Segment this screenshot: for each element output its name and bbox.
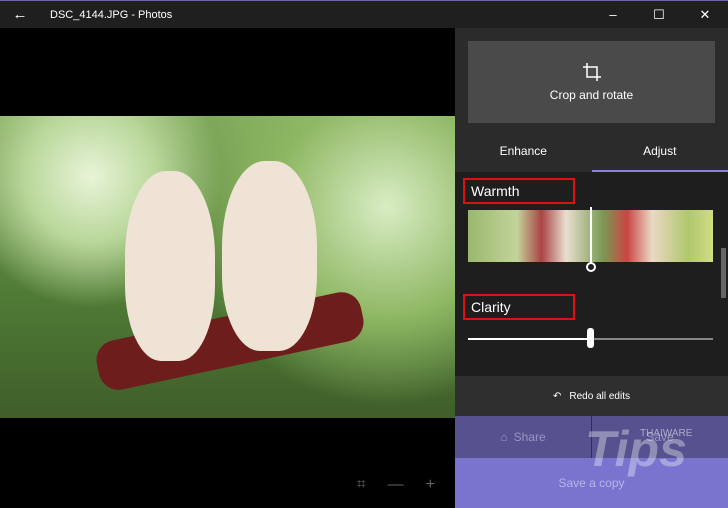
share-label: Share	[513, 430, 546, 444]
crop-rotate-button[interactable]: Crop and rotate	[468, 41, 715, 123]
warmth-marker	[590, 207, 592, 265]
clarity-label: Clarity	[463, 294, 575, 320]
crop-icon	[582, 63, 601, 81]
zoom-in-button[interactable]: +	[426, 476, 435, 494]
redo-label: Redo all edits	[569, 390, 630, 402]
photo-viewer: ⌗ — +	[0, 28, 455, 508]
undo-icon: ↶	[553, 390, 562, 402]
maximize-button[interactable]: ☐	[636, 7, 682, 23]
doll-left	[125, 171, 215, 361]
back-button[interactable]: ←	[0, 6, 40, 23]
close-button[interactable]: ✕	[682, 7, 728, 23]
share-icon: ⌂	[500, 430, 508, 444]
edit-panel: Crop and rotate Enhance Adjust Warmth Cl…	[455, 28, 728, 508]
zoom-out-button[interactable]: —	[388, 476, 404, 494]
redo-all-edits-button[interactable]: ↶ Redo all edits	[455, 376, 728, 416]
watermark-brand: THAIWARE	[640, 428, 693, 439]
window-title: DSC_4144.JPG - Photos	[50, 8, 173, 21]
tab-enhance[interactable]: Enhance	[455, 132, 592, 172]
adjust-list: Warmth Clarity	[455, 172, 728, 376]
scrollbar[interactable]	[721, 248, 726, 298]
tab-adjust[interactable]: Adjust	[591, 132, 728, 172]
clarity-thumb[interactable]	[586, 328, 594, 348]
crop-label: Crop and rotate	[549, 88, 634, 102]
fit-screen-icon[interactable]: ⌗	[357, 476, 366, 494]
share-button[interactable]: ⌂ Share	[455, 416, 592, 458]
title-bar: ← DSC_4144.JPG - Photos – ☐ ✕	[0, 0, 728, 28]
doll-right	[222, 161, 317, 351]
warmth-handle[interactable]	[586, 262, 596, 272]
photo-image	[0, 116, 455, 418]
minimize-button[interactable]: –	[590, 7, 636, 23]
warmth-label: Warmth	[463, 178, 575, 204]
